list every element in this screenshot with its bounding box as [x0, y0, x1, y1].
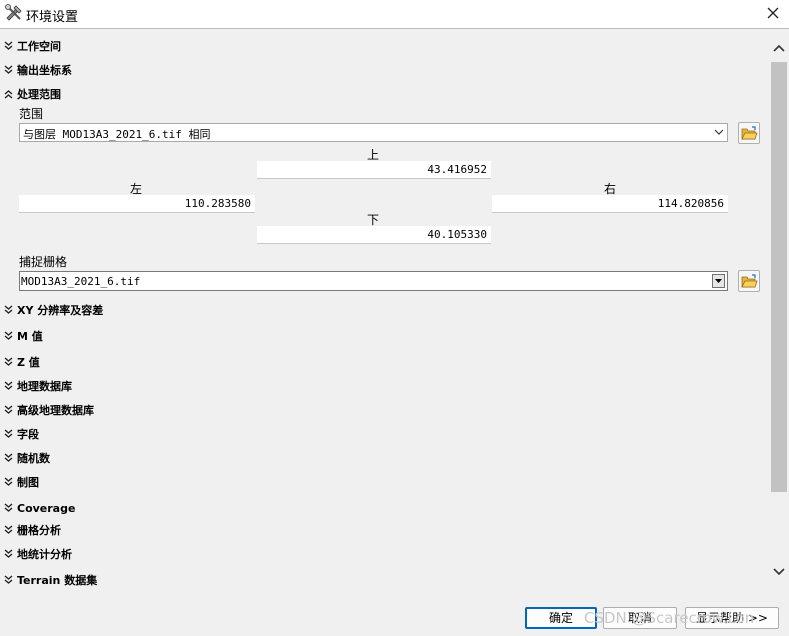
scroll-up-icon[interactable]: [772, 43, 786, 53]
extent-label: 范围: [19, 107, 44, 121]
snap-raster-label: 捕捉栅格: [19, 255, 68, 269]
section-geodatabase[interactable]: 地理数据库: [4, 377, 72, 395]
snap-raster-dropdown-button[interactable]: [712, 274, 725, 288]
snap-raster-value: MOD13A3_2021_6.tif: [21, 275, 141, 288]
extent-bottom-input[interactable]: 40.105330: [257, 226, 491, 244]
extent-left-input[interactable]: 110.283580: [19, 195, 255, 213]
extent-top-input[interactable]: 43.416952: [257, 161, 491, 179]
window-title: 环境设置: [26, 10, 79, 25]
section-label: 制图: [17, 476, 39, 489]
expand-chevron-icon: [4, 305, 13, 314]
section-geostatistical[interactable]: 地统计分析: [4, 545, 72, 563]
expand-chevron-icon: [4, 525, 13, 534]
section-z-values[interactable]: Z 值: [4, 353, 40, 371]
close-icon: [767, 7, 779, 19]
expand-chevron-icon: [4, 357, 13, 366]
section-label: 栅格分析: [17, 524, 61, 537]
open-folder-icon: [741, 126, 758, 140]
collapse-chevron-icon: [4, 90, 13, 99]
section-m-values[interactable]: M 值: [4, 327, 43, 345]
snap-raster-select[interactable]: MOD13A3_2021_6.tif: [19, 271, 728, 291]
environment-settings-panel: 工作空间 输出坐标系 处理范围 范围 与图层 MOD13A3_2021_6.ti…: [0, 29, 770, 593]
chevron-down-icon: [714, 129, 724, 135]
expand-chevron-icon: [4, 41, 13, 50]
section-label: 处理范围: [17, 88, 61, 101]
section-label: 工作空间: [17, 40, 61, 53]
section-xy-resolution[interactable]: XY 分辨率及容差: [4, 301, 103, 319]
section-cartography[interactable]: 制图: [4, 473, 39, 491]
expand-chevron-icon: [4, 65, 13, 74]
expand-chevron-icon: [4, 503, 13, 512]
expand-chevron-icon: [4, 453, 13, 462]
scroll-down-icon[interactable]: [772, 567, 786, 577]
watermark-text: CSDN @Scarecrow.Lon: [584, 609, 755, 627]
section-processing-extent[interactable]: 处理范围: [4, 85, 61, 103]
extent-right-input[interactable]: 114.820856: [492, 195, 728, 213]
section-label: Terrain 数据集: [17, 574, 98, 587]
tools-icon: [5, 4, 22, 21]
dropdown-arrow-icon: [715, 279, 722, 283]
section-label: 随机数: [17, 452, 50, 465]
expand-chevron-icon: [4, 381, 13, 390]
extent-browse-button[interactable]: [738, 122, 760, 144]
expand-chevron-icon: [4, 405, 13, 414]
section-workspace[interactable]: 工作空间: [4, 37, 61, 55]
section-coverage[interactable]: Coverage: [4, 499, 75, 517]
close-button[interactable]: [761, 2, 785, 24]
section-label: 输出坐标系: [17, 64, 72, 77]
section-label: 地统计分析: [17, 548, 72, 561]
extent-value: 与图层 MOD13A3_2021_6.tif 相同: [23, 128, 211, 141]
snap-raster-browse-button[interactable]: [738, 270, 760, 292]
section-label: 地理数据库: [17, 380, 72, 393]
section-terrain-dataset[interactable]: Terrain 数据集: [4, 571, 97, 589]
section-random-numbers[interactable]: 随机数: [4, 449, 50, 467]
expand-chevron-icon: [4, 429, 13, 438]
expand-chevron-icon: [4, 575, 13, 584]
section-output-coordinates[interactable]: 输出坐标系: [4, 61, 72, 79]
section-label: Coverage: [17, 501, 76, 515]
scrollbar-thumb[interactable]: [771, 62, 787, 492]
section-label: 高级地理数据库: [17, 404, 94, 417]
section-label: Z 值: [17, 356, 40, 369]
section-fields[interactable]: 字段: [4, 425, 39, 443]
section-advanced-geodatabase[interactable]: 高级地理数据库: [4, 401, 94, 419]
expand-chevron-icon: [4, 477, 13, 486]
section-label: M 值: [17, 330, 43, 343]
expand-chevron-icon: [4, 549, 13, 558]
open-folder-icon: [741, 274, 758, 288]
expand-chevron-icon: [4, 331, 13, 340]
vertical-scrollbar[interactable]: [770, 29, 789, 593]
section-raster-analysis[interactable]: 栅格分析: [4, 521, 61, 539]
section-label: XY 分辨率及容差: [17, 304, 104, 317]
title-bar: 环境设置: [0, 0, 789, 29]
extent-select[interactable]: 与图层 MOD13A3_2021_6.tif 相同: [19, 123, 728, 142]
section-label: 字段: [17, 428, 39, 441]
